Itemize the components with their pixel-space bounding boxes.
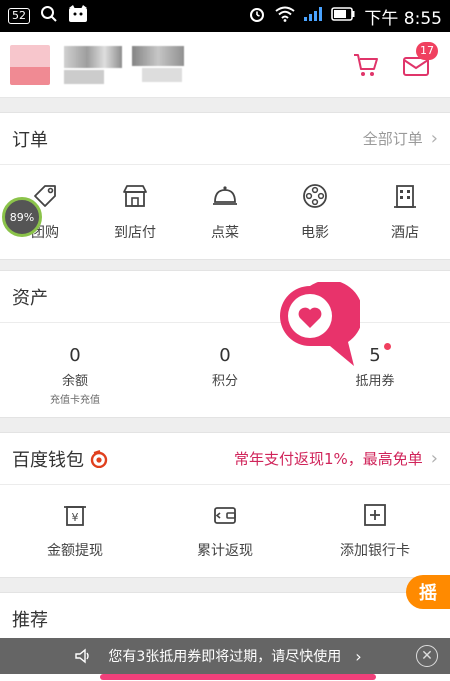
recommend-title: 推荐 (12, 610, 48, 631)
heart-pin-icon[interactable] (274, 280, 363, 368)
message-count-badge: 17 (416, 42, 438, 60)
wallet-header[interactable]: 百度钱包 常年支付返现1%，最高免单 › (0, 433, 450, 485)
baidu-wallet-card: 百度钱包 常年支付返现1%，最高免单 › ¥ 金额提现 累计返现 添加银行卡 (0, 432, 450, 578)
battery-icon (331, 6, 355, 26)
blurred-username-part2-line2 (142, 68, 182, 82)
speaker-icon (74, 648, 92, 664)
add-card-icon (362, 502, 388, 532)
order-item-hotel[interactable]: 酒店 (360, 165, 450, 259)
close-icon[interactable]: ✕ (416, 645, 438, 667)
points-value: 0 (219, 345, 231, 366)
notification-count-badge: 52 (8, 8, 30, 24)
hotel-icon (391, 182, 419, 214)
wallet-actions: ¥ 金额提现 累计返现 添加银行卡 (0, 485, 450, 577)
chevron-right-icon: › (355, 646, 362, 666)
assets-header: 资产 (0, 271, 450, 323)
orders-card: 订单 全部订单 › 团购 到店付 点菜 电影 酒店 (0, 112, 450, 260)
orders-title: 订单 (12, 129, 48, 151)
order-item-order-food[interactable]: 点菜 (180, 165, 270, 259)
chevron-right-icon: › (430, 128, 438, 149)
store-icon (121, 182, 149, 214)
all-orders-link[interactable]: 全部订单 › (363, 128, 438, 149)
add-bank-card-label: 添加银行卡 (340, 543, 410, 559)
app-cat-icon (68, 5, 88, 27)
svg-text:¥: ¥ (72, 511, 79, 524)
order-types: 团购 到店付 点菜 电影 酒店 (0, 165, 450, 259)
avatar[interactable] (10, 45, 50, 85)
add-bank-card-button[interactable]: 添加银行卡 (300, 485, 450, 577)
wallet-promo-link[interactable]: 常年支付返现1%，最高免单 › (234, 448, 438, 469)
toast-message: 您有3张抵用券即将过期，请尽快使用 (108, 649, 342, 665)
clock-time: 下午 8:55 (364, 8, 442, 29)
vouchers-label: 抵用券 (355, 374, 395, 389)
points-label: 积分 (211, 374, 238, 389)
cashback-label: 累计返现 (197, 543, 253, 559)
film-reel-icon (301, 182, 329, 214)
alarm-icon (248, 5, 266, 28)
order-item-label: 到店付 (114, 225, 156, 241)
assets-title: 资产 (12, 287, 48, 309)
search-icon (40, 5, 58, 27)
status-bar: 52 下午 8:55 (0, 0, 450, 32)
yuan-box-icon: ¥ (62, 502, 88, 532)
recharge-card-link[interactable]: 充值卡充值 (50, 391, 100, 406)
baidu-wallet-logo-icon (90, 449, 108, 468)
blurred-username-part2 (132, 46, 184, 66)
blurred-username-line2 (64, 70, 104, 84)
all-orders-label: 全部订单 (362, 130, 423, 148)
order-item-instore-pay[interactable]: 到店付 (90, 165, 180, 259)
voucher-expiry-toast[interactable]: 您有3张抵用券即将过期，请尽快使用 › ✕ (0, 638, 450, 674)
wallet-title: 百度钱包 (12, 449, 84, 471)
profile-header: 17 (0, 32, 450, 98)
cart-icon[interactable] (353, 52, 379, 78)
assets-card: 资产 0 余额 充值卡充值 0 积分 5 抵用券 (0, 270, 450, 418)
vouchers-count: 5 (369, 345, 381, 366)
orders-header: 订单 全部订单 › (0, 113, 450, 165)
withdraw-button[interactable]: ¥ 金额提现 (0, 485, 150, 577)
new-indicator-dot (383, 343, 391, 350)
order-item-movie[interactable]: 电影 (270, 165, 360, 259)
asset-balance[interactable]: 0 余额 充值卡充值 (0, 323, 150, 417)
balance-value: 0 (69, 345, 81, 366)
signal-icon (304, 6, 323, 26)
withdraw-label: 金额提现 (47, 543, 103, 559)
wifi-icon (275, 6, 296, 27)
order-item-label: 电影 (301, 225, 329, 241)
blurred-username (64, 46, 122, 68)
wallet-promo-text: 常年支付返现1%，最高免单 (233, 450, 423, 468)
food-cloche-icon (211, 182, 239, 214)
cashback-button[interactable]: 累计返现 (150, 485, 300, 577)
highlight-underline (100, 674, 376, 680)
vouchers-value: 5 (369, 343, 391, 366)
order-item-label: 酒店 (391, 225, 419, 241)
asset-items: 0 余额 充值卡充值 0 积分 5 抵用券 (0, 323, 450, 417)
loading-progress-overlay: 89% (2, 197, 42, 237)
order-item-label: 点菜 (211, 225, 239, 241)
balance-label: 余额 (61, 374, 88, 389)
chevron-right-icon: › (430, 448, 438, 469)
shake-button[interactable]: 摇 (406, 575, 450, 609)
wallet-icon (212, 502, 238, 532)
